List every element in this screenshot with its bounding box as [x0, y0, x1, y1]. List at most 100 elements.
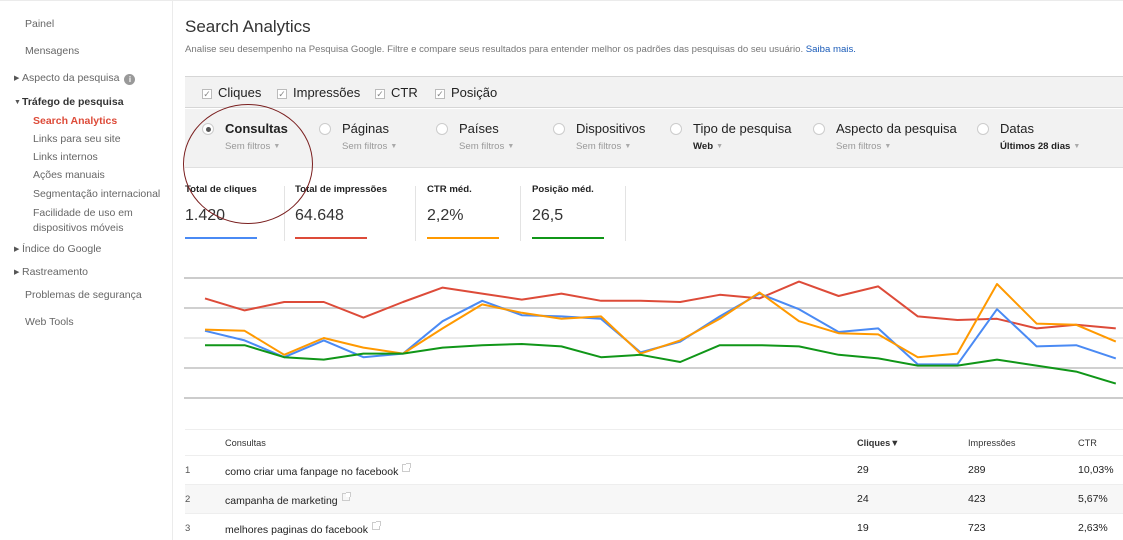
sidebar-item-aspecto-da-pesquisa[interactable]: ▶ Aspecto da pesquisa i — [14, 72, 136, 85]
performance-line-chart[interactable] — [184, 263, 1123, 403]
impressions-cell: 289 — [968, 464, 986, 476]
sidebar-item-links-para-seu-site[interactable]: Links para seu site — [33, 133, 121, 145]
filter-dropdown[interactable]: Web ▼ — [693, 141, 723, 152]
table-row[interactable]: 3 melhores paginas do facebook 19 723 2,… — [185, 514, 1123, 540]
checkbox-cliques[interactable]: ✓ Cliques — [202, 85, 261, 100]
divider — [415, 186, 416, 241]
radio-icon[interactable] — [813, 123, 825, 135]
sidebar-item-label: Problemas de segurança — [25, 289, 142, 301]
filter-dropdown[interactable]: Sem filtros ▼ — [576, 141, 631, 152]
series-line-ctr — [204, 283, 1117, 359]
filter-value: Últimos 28 dias — [1000, 141, 1071, 152]
stat-label: Total de impressões — [295, 184, 388, 195]
filter-value: Sem filtros — [836, 141, 882, 152]
series-line-cliques — [204, 292, 1117, 366]
header-label: Cliques — [857, 438, 891, 448]
query-cell[interactable]: como criar uma fanpage no facebook — [225, 463, 412, 478]
radio-selected-icon[interactable] — [202, 123, 214, 135]
query-text: como criar uma fanpage no facebook — [225, 466, 399, 478]
impressions-cell: 723 — [968, 522, 986, 534]
sidebar-item-web-tools[interactable]: Web Tools — [25, 316, 74, 328]
external-link-icon[interactable] — [402, 463, 412, 472]
sidebar-item-segmentacao-internacional[interactable]: Segmentação internacional — [33, 188, 160, 200]
sidebar-item-links-internos[interactable]: Links internos — [33, 151, 98, 163]
table-row[interactable]: 2 campanha de marketing 24 423 5,67% — [185, 485, 1123, 514]
sidebar-item-label: Links para seu site — [33, 133, 121, 145]
impressions-cell: 423 — [968, 493, 986, 505]
radio-icon[interactable] — [436, 123, 448, 135]
filter-dropdown[interactable]: Sem filtros ▼ — [836, 141, 891, 152]
sidebar-item-mensagens[interactable]: Mensagens — [25, 45, 79, 57]
sort-desc-icon: ▼ — [890, 438, 900, 448]
sidebar-item-label: Segmentação internacional — [33, 188, 161, 200]
external-link-icon[interactable] — [372, 521, 382, 530]
radio-icon[interactable] — [553, 123, 565, 135]
stat-color-bar — [185, 237, 257, 239]
info-icon[interactable]: i — [124, 74, 136, 85]
stat-ctr-medio[interactable]: CTR méd. 2,2% — [427, 184, 499, 242]
caret-down-icon: ▼ — [273, 143, 281, 150]
stat-value: 64.648 — [295, 207, 344, 224]
page: Painel Mensagens ▶ Aspecto da pesquisa i ▼… — [0, 0, 1123, 540]
sidebar-item-label: Web Tools — [25, 316, 74, 328]
caret-down-icon: ▼ — [390, 143, 398, 150]
filter-dropdown[interactable]: Últimos 28 dias ▼ — [1000, 141, 1080, 152]
filter-dropdown[interactable]: Sem filtros ▼ — [459, 141, 514, 152]
column-header-ctr[interactable]: CTR — [1078, 438, 1097, 448]
sidebar-item-label: dispositivos móveis — [33, 222, 124, 234]
filter-dropdown[interactable]: Sem filtros ▼ — [342, 141, 397, 152]
page-subtitle: Analise seu desempenho na Pesquisa Googl… — [185, 44, 856, 55]
sidebar-item-indice-do-google[interactable]: ▶ Índice do Google — [14, 243, 101, 255]
query-cell[interactable]: melhores paginas do facebook — [225, 521, 382, 536]
filter-value: Sem filtros — [342, 141, 388, 152]
row-index: 1 — [185, 465, 191, 476]
checkbox-impressoes[interactable]: ✓ Impressões — [277, 85, 360, 100]
sidebar-item-rastreamento[interactable]: ▶ Rastreamento — [14, 266, 88, 278]
checkbox-posicao[interactable]: ✓ Posição — [435, 85, 497, 100]
filter-value: Sem filtros — [459, 141, 505, 152]
sidebar-item-problemas-de-seguranca[interactable]: Problemas de segurança — [25, 289, 142, 301]
sidebar-item-label: Links internos — [33, 151, 98, 163]
column-header-consultas[interactable]: Consultas — [225, 438, 266, 448]
sidebar-item-trafego-de-pesquisa[interactable]: ▼Tráfego de pesquisa — [14, 96, 124, 108]
stat-posicao-media[interactable]: Posição méd. 26,5 — [532, 184, 604, 242]
query-text: campanha de marketing — [225, 495, 338, 507]
filter-dropdown[interactable]: Sem filtros ▼ — [225, 141, 280, 152]
radio-icon[interactable] — [670, 123, 682, 135]
radio-icon[interactable] — [977, 123, 989, 135]
learn-more-link[interactable]: Saiba mais. — [806, 44, 856, 55]
ctr-cell: 10,03% — [1078, 464, 1114, 476]
ctr-cell: 2,63% — [1078, 522, 1108, 534]
query-text: melhores paginas do facebook — [225, 524, 369, 536]
triangle-right-icon: ▶ — [14, 75, 20, 82]
stat-label: Total de cliques — [185, 184, 257, 195]
sidebar-item-search-analytics[interactable]: Search Analytics — [33, 115, 117, 127]
stat-value: 26,5 — [532, 207, 564, 224]
column-header-cliques[interactable]: Cliques▼ — [857, 438, 899, 448]
checkbox-ctr[interactable]: ✓ CTR — [375, 85, 418, 100]
divider — [625, 186, 626, 241]
checkmark-icon: ✓ — [202, 89, 212, 99]
sidebar-item-label: Mensagens — [25, 45, 80, 57]
stat-total-impressoes[interactable]: Total de impressões 64.648 — [295, 184, 387, 242]
sidebar-item-facilidade-de-uso[interactable]: Facilidade de uso em dispositivos móveis — [33, 206, 133, 236]
stat-label: CTR méd. — [427, 184, 472, 195]
sidebar-item-acoes-manuais[interactable]: Ações manuais — [33, 169, 105, 181]
sidebar-item-label: Tráfego de pesquisa — [22, 96, 124, 108]
caret-down-icon: ▼ — [884, 143, 892, 150]
group-label: Países — [459, 121, 499, 136]
column-header-impressoes[interactable]: Impressões — [968, 438, 1016, 448]
table-row[interactable]: 1 como criar uma fanpage no facebook 29 … — [185, 456, 1123, 485]
radio-icon[interactable] — [319, 123, 331, 135]
row-index: 3 — [185, 523, 191, 534]
stat-total-cliques[interactable]: Total de cliques 1.420 — [185, 184, 257, 242]
series-line-posio — [205, 343, 1117, 385]
sidebar-nav: Painel Mensagens ▶ Aspecto da pesquisa i ▼… — [0, 1, 173, 540]
sidebar-item-painel[interactable]: Painel — [25, 18, 54, 30]
group-label: Tipo de pesquisa — [693, 121, 792, 136]
query-cell[interactable]: campanha de marketing — [225, 492, 351, 507]
external-link-icon[interactable] — [341, 492, 351, 501]
page-title: Search Analytics — [185, 17, 311, 36]
row-index: 2 — [185, 494, 191, 505]
clicks-cell: 29 — [857, 464, 869, 476]
